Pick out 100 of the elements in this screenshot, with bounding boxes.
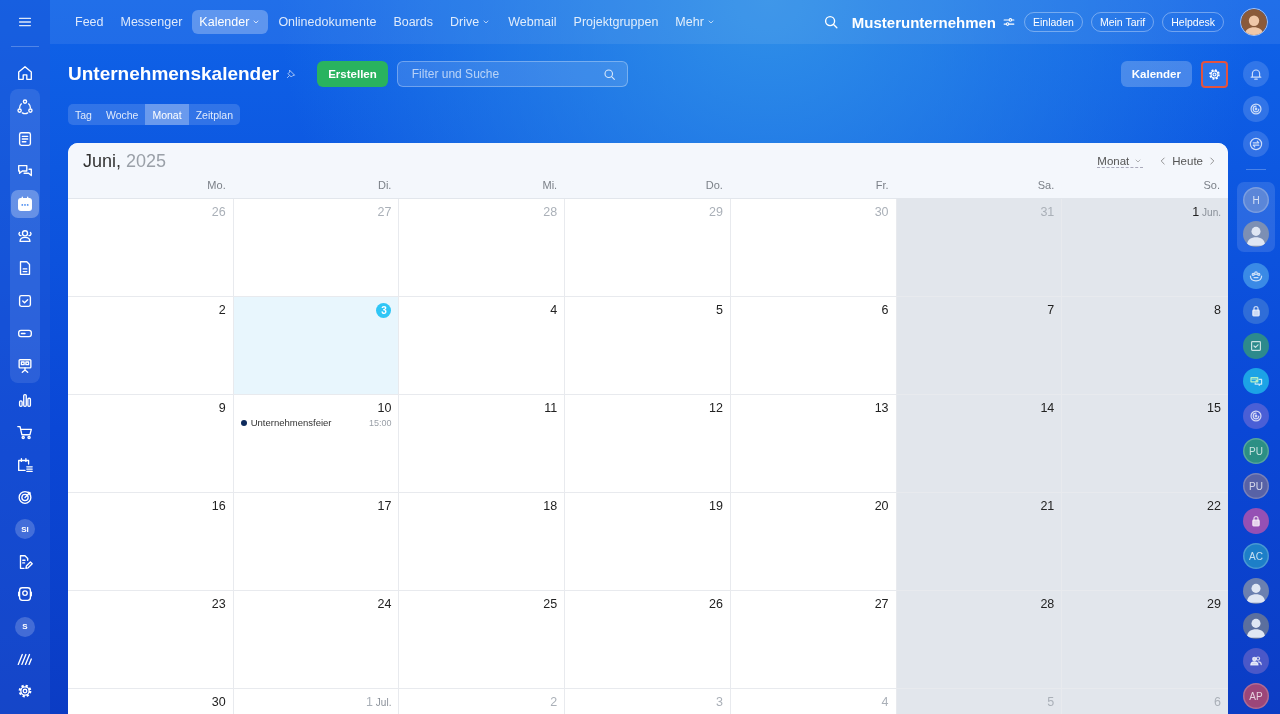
nav-tab[interactable]: Feed	[68, 10, 111, 34]
day-number: 22	[1207, 499, 1221, 513]
create-button[interactable]: Erstellen	[317, 61, 388, 87]
sidebar-chat-item[interactable]	[1243, 648, 1269, 674]
board-icon	[16, 356, 34, 375]
day-cell[interactable]: 7	[896, 297, 1063, 395]
sidebar-item[interactable]	[11, 189, 39, 218]
sidebar-chat-item[interactable]	[1243, 131, 1269, 157]
sidebar-chat-item[interactable]	[1243, 508, 1269, 534]
day-number: 6	[881, 303, 889, 317]
sidebar-chat-item[interactable]	[1243, 96, 1269, 122]
day-cell[interactable]: 13	[730, 395, 897, 493]
day-cell[interactable]: 17	[233, 493, 400, 591]
chat-avatar[interactable]: PU	[1243, 473, 1269, 499]
day-number: 29	[1207, 597, 1221, 611]
view-tab[interactable]: Zeitplan	[188, 104, 240, 125]
day-cell[interactable]: 1 Jun.	[1062, 199, 1228, 297]
sidebar-chat-item[interactable]	[1243, 403, 1269, 429]
day-number: 20	[874, 499, 889, 513]
day-cell[interactable]: 4	[399, 297, 566, 395]
sidebar-chat-item[interactable]	[1243, 333, 1269, 359]
view-tab[interactable]: Monat	[145, 104, 189, 125]
chat-avatar[interactable]: AP	[1243, 683, 1269, 709]
calendar-button[interactable]: Kalender	[1120, 61, 1192, 87]
sidebar-chat-item[interactable]	[1243, 368, 1269, 394]
chat-avatar[interactable]: PU	[1243, 438, 1269, 464]
user-avatar[interactable]	[1243, 221, 1269, 247]
day-number: 16	[211, 499, 226, 513]
day-cell[interactable]: 10 Unternehmensfeier 15:00	[233, 395, 400, 493]
day-cell[interactable]: 4	[730, 689, 897, 714]
search-field[interactable]: Filter und Suche	[396, 61, 628, 87]
day-cell[interactable]: 12	[565, 395, 731, 493]
day-cell[interactable]: 19	[565, 493, 731, 591]
nav-tab[interactable]: Boards	[386, 10, 440, 34]
day-cell[interactable]: 14	[896, 395, 1063, 493]
day-cell[interactable]: 2	[68, 297, 234, 395]
day-cell[interactable]: 23	[68, 591, 234, 689]
day-cell[interactable]: 26	[565, 591, 731, 689]
day-number: 14	[1040, 401, 1055, 415]
chat-avatar[interactable]: AC	[1243, 543, 1269, 569]
user-avatar[interactable]	[1243, 613, 1269, 639]
chat-avatar[interactable]: H	[1243, 187, 1269, 213]
company-name[interactable]: Musterunternehmen	[851, 13, 996, 31]
day-cell[interactable]: 15	[1062, 395, 1228, 493]
day-cell[interactable]: 6	[730, 297, 897, 395]
day-cell[interactable]: 9	[68, 395, 234, 493]
day-cell[interactable]: 28	[896, 591, 1063, 689]
day-cell[interactable]: 3	[565, 689, 731, 714]
view-tab[interactable]: Woche	[98, 104, 146, 125]
nav-tab[interactable]: Drive	[443, 10, 499, 34]
nav-tab[interactable]: Messenger	[113, 10, 190, 34]
pin-button[interactable]	[285, 68, 298, 80]
day-cell[interactable]: 2	[399, 689, 566, 714]
day-number: 30	[874, 205, 889, 219]
day-cell[interactable]: 1 Jul.	[233, 689, 400, 714]
sidebar-chat-item[interactable]	[1243, 263, 1269, 289]
day-cell[interactable]: 21	[896, 493, 1063, 591]
sidebar-chat-item[interactable]	[1243, 61, 1269, 87]
day-number: 19	[708, 499, 723, 513]
day-number: 8	[1214, 303, 1221, 317]
nav-tab[interactable]: Kalender	[192, 10, 269, 34]
day-number: 1	[365, 695, 373, 709]
day-cell[interactable]: 11	[399, 395, 566, 493]
day-cell[interactable]: 28	[399, 199, 566, 297]
sidebar-avatar[interactable]: SI	[15, 519, 35, 540]
day-cell[interactable]: 24	[233, 591, 400, 689]
calendar-event[interactable]: Unternehmensfeier 15:00	[240, 417, 392, 428]
day-cell[interactable]: 5	[565, 297, 731, 395]
event-title: Unternehmensfeier	[250, 417, 333, 428]
day-cell[interactable]: 29	[1062, 591, 1228, 689]
day-cell[interactable]: 27	[730, 591, 897, 689]
search-input[interactable]: Filter und Suche	[409, 66, 602, 82]
settings-toggle[interactable]	[1002, 15, 1016, 29]
view-select[interactable]: Monat	[1097, 154, 1144, 168]
day-cell[interactable]: 25	[399, 591, 566, 689]
day-cell[interactable]: 30	[68, 689, 234, 714]
page-title: Unternehmenskalender	[68, 63, 280, 85]
day-cell[interactable]: 18	[399, 493, 566, 591]
day-cell[interactable]: 22	[1062, 493, 1228, 591]
weekday-label: So.	[1202, 179, 1221, 193]
nav-tab[interactable]: Mehr	[668, 10, 723, 34]
user-avatar[interactable]	[1243, 578, 1269, 604]
day-number: 31	[1040, 205, 1055, 219]
sidebar-chat-item[interactable]	[1243, 298, 1269, 324]
view-tab[interactable]: Tag	[68, 104, 99, 125]
day-number: 1	[1192, 205, 1200, 219]
day-cell[interactable]: 30	[730, 199, 897, 297]
nav-tab[interactable]: Webmail	[501, 10, 564, 34]
day-cell[interactable]: 16	[68, 493, 234, 591]
sidebar-avatar[interactable]: S	[15, 616, 35, 637]
day-cell[interactable]: 20	[730, 493, 897, 591]
day-cell[interactable]: 29	[565, 199, 731, 297]
nav-tab[interactable]: Onlinedokumente	[271, 10, 384, 34]
nav-tab[interactable]: Projektgruppen	[566, 10, 666, 34]
people-pair-icon	[1248, 653, 1264, 669]
today-button[interactable]: Heute	[1172, 155, 1203, 167]
day-cell[interactable]: 8	[1062, 297, 1228, 395]
settings-button[interactable]	[1201, 60, 1228, 88]
day-cell[interactable]: 26	[68, 199, 234, 297]
user-avatar[interactable]	[1240, 8, 1268, 36]
